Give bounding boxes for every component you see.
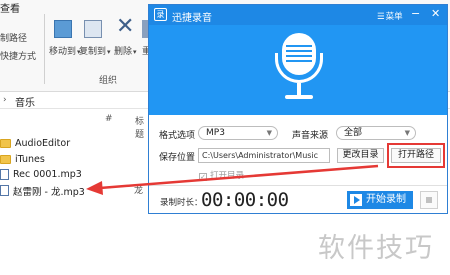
- duration-timer: 00:00:00: [201, 189, 289, 211]
- duration-label: 录制时长：: [160, 198, 203, 208]
- folder-icon: [0, 155, 11, 164]
- microphone-stem: [297, 83, 301, 95]
- ribbon-copy-path[interactable]: 制路径: [0, 31, 27, 44]
- checkbox-icon: ✓: [199, 173, 207, 181]
- recorder-footer: 录制时长： 00:00:00 开始录制: [149, 185, 447, 213]
- copy-to-button[interactable]: 复制到▾: [79, 44, 111, 57]
- file-name: Rec 0001.mp3: [13, 169, 82, 180]
- ribbon-tab-view[interactable]: 查看: [0, 0, 20, 15]
- column-track-number[interactable]: #: [105, 114, 113, 124]
- ribbon-group-label: 组织: [99, 76, 118, 86]
- close-button[interactable]: ✕: [431, 7, 440, 21]
- microphone-banner: [149, 25, 447, 115]
- delete-icon: ✕: [116, 14, 135, 39]
- save-location-label: 保存位置: [159, 153, 196, 163]
- file-name: 赵雷刚 - 龙.mp3: [13, 186, 85, 198]
- microphone-base: [285, 95, 313, 99]
- menu-icon: ☰: [377, 12, 385, 22]
- minimize-button[interactable]: −: [411, 7, 420, 21]
- change-directory-button[interactable]: 更改目录: [337, 148, 384, 163]
- file-list-header: # 标题: [0, 114, 150, 140]
- microphone-cradle: [275, 53, 323, 83]
- list-item[interactable]: AudioEditor: [0, 136, 150, 151]
- list-item[interactable]: 赵雷刚 - 龙.mp3: [0, 183, 150, 198]
- stop-button[interactable]: [420, 191, 438, 209]
- source-select[interactable]: 全部 ▼: [336, 126, 416, 140]
- save-path-field[interactable]: C:\Users\Administrator\Music: [198, 148, 330, 163]
- list-item[interactable]: iTunes: [0, 152, 150, 167]
- source-label: 声音来源: [292, 131, 329, 141]
- delete-button[interactable]: 删除▾: [114, 44, 137, 57]
- move-to-button[interactable]: 移动到▾: [49, 44, 81, 57]
- watermark: 软件技巧: [318, 233, 434, 264]
- copy-to-icon: [84, 20, 102, 38]
- file-name: AudioEditor: [15, 138, 71, 149]
- file-track-cell: -: [108, 183, 112, 193]
- chevron-down-icon: ▼: [266, 129, 272, 137]
- file-title-cell: 龙: [134, 186, 144, 196]
- start-recording-button[interactable]: 开始录制: [347, 191, 413, 209]
- open-directory-checkbox[interactable]: ✓ 打开目录: [199, 169, 244, 181]
- recorder-title-bar[interactable]: 录 迅捷录音 ☰菜单 − ✕: [149, 5, 447, 25]
- folder-icon: [0, 139, 11, 148]
- app-logo-icon: 录: [154, 8, 167, 21]
- menu-button[interactable]: ☰菜单: [377, 10, 403, 22]
- play-icon: [350, 194, 362, 206]
- format-select[interactable]: MP3 ▼: [198, 126, 278, 140]
- format-label: 格式选项: [159, 131, 196, 141]
- address-location: 音乐: [15, 98, 35, 109]
- move-to-icon: [54, 20, 72, 38]
- highlight-box: [387, 143, 445, 168]
- ribbon-divider: [44, 14, 45, 84]
- file-name: iTunes: [15, 154, 45, 165]
- list-item[interactable]: Rec 0001.mp3: [0, 167, 150, 182]
- audio-file-icon: [0, 185, 9, 196]
- chevron-right-icon: ›: [3, 95, 7, 105]
- app-title: 迅捷录音: [172, 13, 212, 24]
- ribbon-paste-shortcut[interactable]: 快捷方式: [0, 49, 36, 62]
- chevron-down-icon: ▼: [404, 129, 410, 137]
- audio-file-icon: [0, 169, 9, 180]
- recorder-window: 录 迅捷录音 ☰菜单 − ✕ 格式选项 MP3 ▼ 声音来源 全部 ▼ 保存位置…: [148, 4, 448, 214]
